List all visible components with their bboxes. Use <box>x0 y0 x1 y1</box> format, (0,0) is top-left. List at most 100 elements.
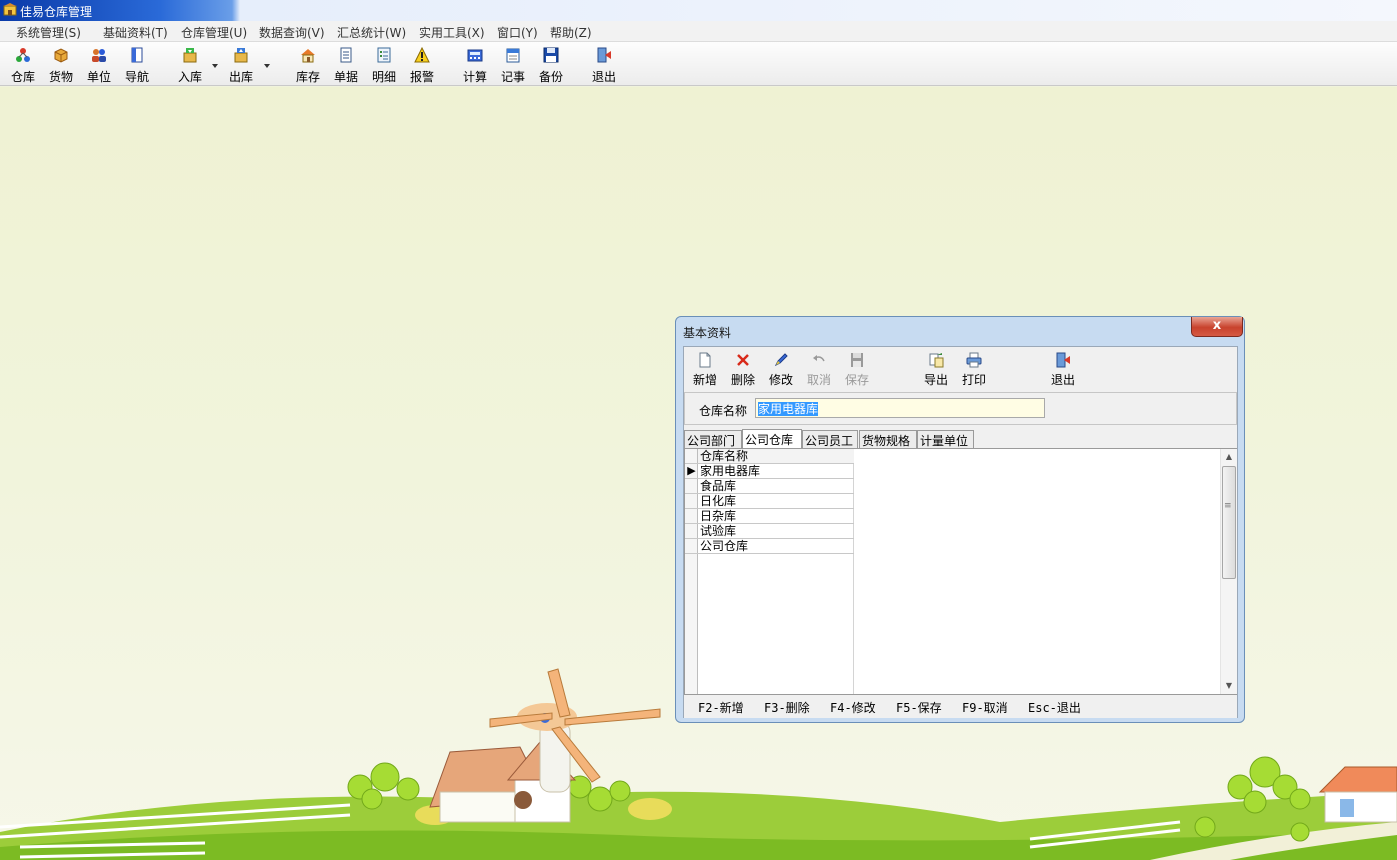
dialog-edit-button[interactable]: 修改 <box>764 351 798 389</box>
dialog-export-button[interactable]: 导出 <box>919 351 953 389</box>
dialog-title: 基本资料 <box>683 326 732 340</box>
toolbar-notepad-label: 记事 <box>500 70 525 84</box>
current-row-indicator-icon: ▶ <box>685 464 698 479</box>
row-indicator[interactable] <box>685 509 698 524</box>
toolbar-stock-in-label: 入库 <box>177 70 202 84</box>
dialog-exit-label: 退出 <box>1050 373 1075 387</box>
tab-employees[interactable]: 公司员工 <box>802 430 858 448</box>
dialog-cancel-button[interactable]: 取消 <box>802 351 836 389</box>
table-row[interactable]: 食品库 <box>698 479 854 494</box>
toolbar-detail-button[interactable]: 明细 <box>365 45 403 85</box>
toolbar-stock-out-button[interactable]: 出库 <box>222 45 260 85</box>
dialog-toolbar: 新增 删除 修改 取消 保存 导出 打印 退出 <box>684 347 1237 391</box>
save-icon <box>851 353 863 367</box>
navigation-icon <box>131 47 143 63</box>
toolbar-navigation-label: 导航 <box>124 70 149 84</box>
dialog-print-button[interactable]: 打印 <box>957 351 991 389</box>
table-row[interactable]: 日化库 <box>698 494 854 509</box>
warning-icon <box>414 47 430 63</box>
toolbar-unit-label: 单位 <box>86 70 111 84</box>
menu-query[interactable]: 数据查询(V) <box>259 24 325 41</box>
hotkey-bar: F2-新增 F3-删除 F4-修改 F5-保存 F9-取消 Esc-退出 <box>684 696 1237 718</box>
row-indicator[interactable] <box>685 479 698 494</box>
new-file-icon <box>699 352 711 368</box>
row-indicator-column: ▶ <box>685 449 698 694</box>
dialog-new-label: 新增 <box>692 373 717 387</box>
row-indicator[interactable] <box>685 539 698 554</box>
row-indicator[interactable] <box>685 494 698 509</box>
document-icon <box>340 47 352 63</box>
warehouse-name-input[interactable]: 家用电器库 <box>755 398 1045 418</box>
app-title-bar: 佳易仓库管理 <box>0 0 1397 21</box>
menu-window[interactable]: 窗口(Y) <box>497 24 538 41</box>
column-header-warehouse-name[interactable]: 仓库名称 <box>698 449 854 464</box>
table-row[interactable]: 公司仓库 <box>698 539 854 554</box>
menu-statistics[interactable]: 汇总统计(W) <box>337 24 406 41</box>
tab-units[interactable]: 计量单位 <box>917 430 974 448</box>
toolbar-inventory-button[interactable]: 库存 <box>289 45 327 85</box>
toolbar-exit-button[interactable]: 退出 <box>585 45 623 85</box>
toolbar-goods-label: 货物 <box>48 70 73 84</box>
grid-vertical-scrollbar[interactable]: ▲ ≡ ▼ <box>1220 449 1237 694</box>
close-icon: x <box>1212 318 1222 333</box>
export-icon <box>929 353 944 368</box>
toolbar-goods-button[interactable]: 货物 <box>42 45 80 85</box>
hotkey-cancel: F9-取消 <box>962 701 1008 715</box>
tab-goods-specs[interactable]: 货物规格 <box>859 430 917 448</box>
table-row[interactable]: 日杂库 <box>698 509 854 524</box>
warehouse-grid: ▶ 仓库名称 家用电器库 食品库 日化库 日杂库 试验库 公司仓库 ▲ ≡ ▼ <box>684 448 1237 695</box>
toolbar-document-label: 单据 <box>333 70 358 84</box>
dialog-exit-button[interactable]: 退出 <box>1046 351 1080 389</box>
dialog-delete-button[interactable]: 删除 <box>726 351 760 389</box>
dialog-cancel-label: 取消 <box>806 373 831 387</box>
exit-door-icon <box>1056 352 1070 368</box>
toolbar-warning-label: 报警 <box>409 70 434 84</box>
warehouse-name-column: 仓库名称 家用电器库 食品库 日化库 日杂库 试验库 公司仓库 <box>698 449 854 694</box>
hotkey-delete: F3-删除 <box>764 701 810 715</box>
delete-x-icon <box>737 354 749 366</box>
menu-basic-data[interactable]: 基础资料(T) <box>103 24 168 41</box>
toolbar-calculator-button[interactable]: 计算 <box>456 45 494 85</box>
toolbar-detail-label: 明细 <box>371 70 396 84</box>
scrollbar-thumb[interactable] <box>1222 466 1236 579</box>
dialog-print-label: 打印 <box>961 373 986 387</box>
warehouse-name-label: 仓库名称 <box>699 404 748 418</box>
menu-bar: 系统管理(S) 基础资料(T) 仓库管理(U) 数据查询(V) 汇总统计(W) … <box>0 21 1397 42</box>
dialog-delete-label: 删除 <box>730 373 755 387</box>
menu-help[interactable]: 帮助(Z) <box>550 24 592 41</box>
toolbar-document-button[interactable]: 单据 <box>327 45 365 85</box>
scroll-down-arrow-icon[interactable]: ▼ <box>1221 678 1237 694</box>
toolbar-unit-button[interactable]: 单位 <box>80 45 118 85</box>
toolbar-warning-button[interactable]: 报警 <box>403 45 441 85</box>
stock-in-dropdown-arrow-icon[interactable] <box>211 62 219 70</box>
hotkey-exit: Esc-退出 <box>1028 701 1081 715</box>
menu-warehouse[interactable]: 仓库管理(U) <box>181 24 247 41</box>
detail-list-icon <box>377 47 391 63</box>
table-row[interactable]: 家用电器库 <box>698 464 854 479</box>
toolbar-navigation-button[interactable]: 导航 <box>118 45 156 85</box>
dialog-save-button[interactable]: 保存 <box>840 351 874 389</box>
app-icon <box>3 3 17 16</box>
menu-tools[interactable]: 实用工具(X) <box>419 24 485 41</box>
calculator-icon <box>467 49 483 62</box>
scroll-up-arrow-icon[interactable]: ▲ <box>1221 449 1237 465</box>
scrollbar-grip-icon: ≡ <box>1224 501 1232 511</box>
tab-warehouses[interactable]: 公司仓库 <box>742 429 802 448</box>
basic-data-dialog: 基本资料 x 新增 删除 修改 取消 保存 导出 打印 退出 仓库名称 家用电器… <box>675 316 1245 723</box>
stock-out-icon <box>234 48 248 63</box>
menu-system[interactable]: 系统管理(S) <box>16 24 81 41</box>
toolbar-exit-label: 退出 <box>591 70 616 84</box>
stock-out-dropdown-arrow-icon[interactable] <box>263 62 271 70</box>
toolbar-backup-button[interactable]: 备份 <box>532 45 570 85</box>
table-row[interactable]: 试验库 <box>698 524 854 539</box>
toolbar-notepad-button[interactable]: 记事 <box>494 45 532 85</box>
toolbar-warehouse-button[interactable]: 仓库 <box>4 45 42 85</box>
dialog-close-button[interactable]: x <box>1191 317 1243 337</box>
main-toolbar: 仓库 货物 单位 导航 入库 出库 库存 单据 明细 报警 计算 记事 备份 退… <box>0 42 1397 86</box>
notepad-icon <box>506 48 520 63</box>
tab-departments[interactable]: 公司部门 <box>684 430 742 448</box>
row-indicator[interactable] <box>685 524 698 539</box>
dialog-new-button[interactable]: 新增 <box>688 351 722 389</box>
row-indicator-header <box>685 449 698 464</box>
toolbar-stock-in-button[interactable]: 入库 <box>171 45 209 85</box>
